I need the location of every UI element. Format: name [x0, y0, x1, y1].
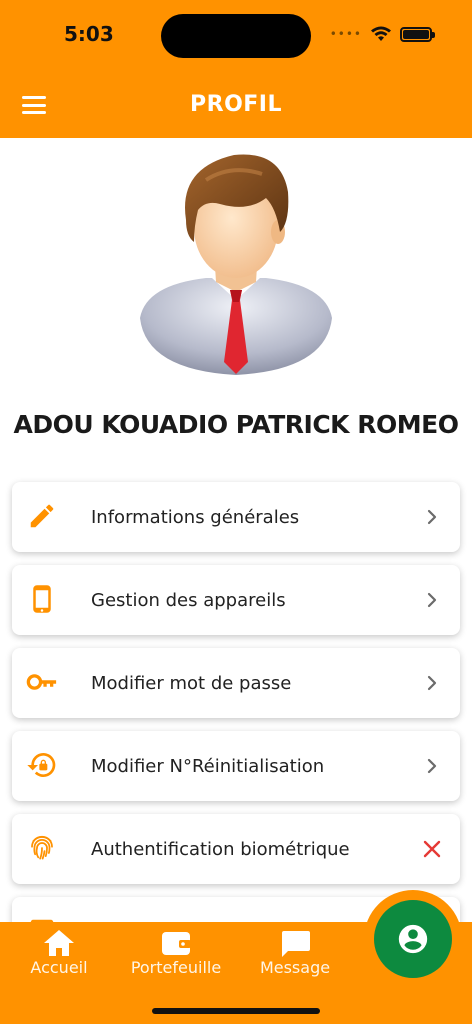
nav-label: Portefeuille: [130, 958, 222, 977]
nav-item-message[interactable]: Message: [240, 922, 350, 977]
menu-item-general-info[interactable]: Informations générales: [12, 482, 460, 552]
menu-item-label: Informations générales: [91, 506, 300, 528]
nav-label: Accueil: [30, 958, 88, 977]
key-icon: [26, 666, 58, 698]
pencil-icon: [26, 500, 58, 532]
chat-icon: [282, 931, 310, 957]
businessman-avatar: [140, 154, 332, 375]
menu-item-reset-number[interactable]: Modifier N°Réinitialisation: [12, 731, 460, 801]
account-fab-button[interactable]: [374, 900, 452, 978]
signal-dots: ••••: [329, 27, 362, 41]
nav-item-home[interactable]: Accueil: [4, 922, 114, 977]
fingerprint-icon: [26, 832, 58, 864]
dynamic-island: [161, 14, 311, 58]
menu-item-label: Modifier mot de passe: [91, 672, 292, 694]
top-app-bar: 5:03 •••• PROFIL: [0, 0, 472, 138]
menu-item-label: Modifier N°Réinitialisation: [91, 755, 325, 777]
status-time: 5:03: [64, 22, 114, 46]
wifi-icon: [371, 26, 391, 41]
chevron-right-icon: [420, 671, 444, 695]
nav-item-wallet[interactable]: Portefeuille: [121, 922, 231, 977]
page-title: PROFIL: [190, 92, 282, 117]
battery-icon: [400, 26, 435, 42]
lock-reset-icon: [26, 749, 58, 781]
menu-item-biometric-auth[interactable]: Authentification biométrique: [12, 814, 460, 884]
home-indicator: [152, 1008, 320, 1014]
chevron-right-icon: [420, 505, 444, 529]
nav-label: Message: [259, 958, 331, 977]
menu-item-change-password[interactable]: Modifier mot de passe: [12, 648, 460, 718]
close-icon[interactable]: [420, 837, 444, 861]
account-circle-icon: [398, 924, 428, 954]
smartphone-icon: [26, 583, 58, 615]
menu-item-device-management[interactable]: Gestion des appareils: [12, 565, 460, 635]
home-icon: [44, 930, 74, 956]
user-name: ADOU KOUADIO PATRICK ROMEO: [13, 410, 459, 439]
wallet-icon: [162, 932, 191, 955]
chevron-right-icon: [420, 588, 444, 612]
menu-item-label: Gestion des appareils: [91, 589, 286, 611]
menu-item-label: Authentification biométrique: [91, 838, 350, 860]
status-indicators: ••••: [329, 26, 435, 42]
chevron-right-icon: [420, 754, 444, 778]
